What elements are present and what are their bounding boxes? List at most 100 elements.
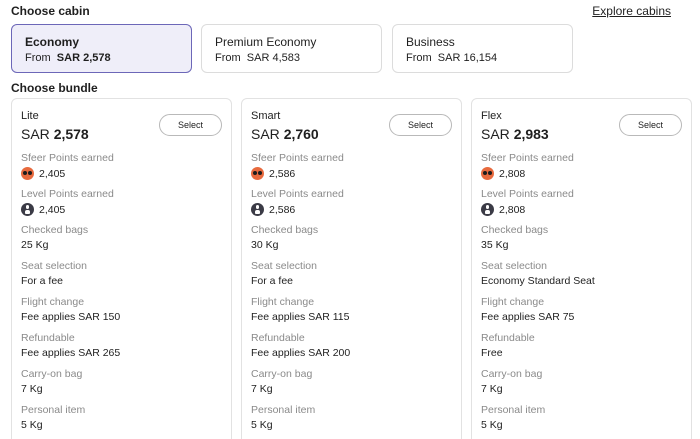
- seat-selection-text: For a fee: [251, 275, 294, 287]
- flight-change-text: Fee applies SAR 75: [481, 311, 575, 323]
- refundable-value: Fee applies SAR 265: [21, 347, 120, 359]
- bundle-price-currency: SAR: [21, 126, 50, 142]
- seat-selection-label: Seat selection: [21, 260, 87, 272]
- personal-item-label: Personal item: [251, 404, 316, 416]
- level-points-icon: [21, 203, 34, 216]
- bundle-price-amount: 2,983: [513, 126, 549, 142]
- personal-item-value: 5 Kg: [251, 419, 273, 431]
- cabin-price-amount: SAR 16,154: [437, 52, 498, 64]
- checked-bags-text: 25 Kg: [21, 239, 49, 251]
- cabin-name: Premium Economy: [215, 35, 317, 49]
- refundable-value: Free: [481, 347, 503, 359]
- seat-selection-value: For a fee: [251, 275, 293, 287]
- sfeer-points-earned-label: Sfeer Points earned: [21, 152, 114, 164]
- bundle-card-smart: Smart SAR 2,760 Select Sfeer Points earned 2…: [241, 98, 462, 439]
- refundable-value: Fee applies SAR 200: [251, 347, 350, 359]
- refundable-label: Refundable: [481, 332, 535, 344]
- flight-change-value: Fee applies SAR 115: [251, 311, 349, 323]
- bundle-price-currency: SAR: [251, 126, 280, 142]
- flight-change-value: Fee applies SAR 75: [481, 311, 574, 323]
- sfeer-points-earned-text: 2,586: [269, 167, 296, 180]
- level-points-earned-value: 2,405: [21, 203, 65, 216]
- seat-selection-label: Seat selection: [481, 260, 547, 272]
- sfeer-points-icon: [251, 167, 264, 180]
- flight-change-text: Fee applies SAR 115: [251, 311, 350, 323]
- carry-on-bag-value: 7 Kg: [21, 383, 43, 395]
- level-points-earned-text: 2,808: [499, 203, 526, 216]
- carry-on-bag-value: 7 Kg: [481, 383, 503, 395]
- refundable-label: Refundable: [251, 332, 305, 344]
- sfeer-points-earned-value: 2,405: [21, 167, 65, 180]
- refundable-text: Fee applies SAR 200: [251, 347, 351, 359]
- level-points-earned-label: Level Points earned: [251, 188, 344, 200]
- seat-selection-value: Economy Standard Seat: [481, 275, 595, 287]
- cabin-price-from: From: [215, 52, 241, 64]
- carry-on-bag-label: Carry-on bag: [481, 368, 543, 380]
- carry-on-bag-text: 7 Kg: [481, 383, 503, 395]
- level-points-earned-value: 2,586: [251, 203, 295, 216]
- refundable-label: Refundable: [21, 332, 75, 344]
- bundle-price-amount: 2,760: [283, 126, 319, 142]
- cabin-name: Economy: [25, 35, 80, 49]
- bundle-card-lite: Lite SAR 2,578 Select Sfeer Points earned 2,…: [11, 98, 232, 439]
- cabin-price-from: From: [406, 52, 432, 64]
- personal-item-label: Personal item: [481, 404, 546, 416]
- personal-item-value: 5 Kg: [481, 419, 503, 431]
- cabin-price-amount: SAR 4,583: [246, 52, 300, 64]
- sfeer-points-earned-label: Sfeer Points earned: [251, 152, 344, 164]
- select-flex-button[interactable]: Select: [619, 114, 682, 136]
- checked-bags-label: Checked bags: [251, 224, 319, 236]
- refundable-text: Free: [481, 347, 503, 359]
- refundable-text: Fee applies SAR 265: [21, 347, 121, 359]
- flight-change-label: Flight change: [481, 296, 545, 308]
- level-points-earned-value: 2,808: [481, 203, 525, 216]
- level-points-earned-label: Level Points earned: [481, 188, 574, 200]
- carry-on-bag-text: 7 Kg: [251, 383, 273, 395]
- flight-change-text: Fee applies SAR 150: [21, 311, 121, 323]
- sfeer-points-earned-value: 2,586: [251, 167, 295, 180]
- seat-selection-value: For a fee: [21, 275, 63, 287]
- cabin-price: From SAR 4,583: [215, 52, 368, 64]
- sfeer-points-icon: [481, 167, 494, 180]
- flight-change-label: Flight change: [21, 296, 85, 308]
- sfeer-points-icon: [21, 167, 34, 180]
- checked-bags-label: Checked bags: [21, 224, 89, 236]
- checked-bags-value: 35 Kg: [481, 239, 508, 251]
- choose-cabin-title: Choose cabin: [11, 4, 90, 18]
- select-lite-button[interactable]: Select: [159, 114, 222, 136]
- cabin-card-economy[interactable]: Economy From SAR 2,578: [11, 24, 192, 73]
- choose-bundle-title: Choose bundle: [11, 81, 98, 95]
- sfeer-points-earned-text: 2,808: [499, 167, 526, 180]
- level-points-icon: [481, 203, 494, 216]
- select-smart-button[interactable]: Select: [389, 114, 452, 136]
- cabin-price: From SAR 16,154: [406, 52, 559, 64]
- sfeer-points-earned-value: 2,808: [481, 167, 525, 180]
- checked-bags-text: 35 Kg: [481, 239, 509, 251]
- cabin-card-business[interactable]: Business From SAR 16,154: [392, 24, 573, 73]
- sfeer-points-earned-label: Sfeer Points earned: [481, 152, 574, 164]
- checked-bags-text: 30 Kg: [251, 239, 279, 251]
- checked-bags-value: 30 Kg: [251, 239, 278, 251]
- bundle-card-flex: Flex SAR 2,983 Select Sfeer Points earned 2,…: [471, 98, 692, 439]
- explore-cabins-link[interactable]: Explore cabins: [592, 4, 671, 18]
- cabin-card-premium-economy[interactable]: Premium Economy From SAR 4,583: [201, 24, 382, 73]
- cabin-name: Business: [406, 35, 455, 49]
- bundle-price-amount: 2,578: [53, 126, 89, 142]
- seat-selection-text: Economy Standard Seat: [481, 275, 595, 287]
- seat-selection-label: Seat selection: [251, 260, 317, 272]
- seat-selection-text: For a fee: [21, 275, 64, 287]
- cabin-price: From SAR 2,578: [25, 52, 178, 64]
- level-points-earned-label: Level Points earned: [21, 188, 114, 200]
- personal-item-text: 5 Kg: [251, 419, 273, 431]
- carry-on-bag-label: Carry-on bag: [21, 368, 83, 380]
- cabin-price-from: From: [25, 52, 51, 64]
- carry-on-bag-text: 7 Kg: [21, 383, 43, 395]
- personal-item-value: 5 Kg: [21, 419, 43, 431]
- personal-item-text: 5 Kg: [21, 419, 43, 431]
- level-points-earned-text: 2,405: [39, 203, 66, 216]
- level-points-earned-text: 2,586: [269, 203, 296, 216]
- carry-on-bag-value: 7 Kg: [251, 383, 273, 395]
- personal-item-text: 5 Kg: [481, 419, 503, 431]
- flight-change-value: Fee applies SAR 150: [21, 311, 120, 323]
- sfeer-points-earned-text: 2,405: [39, 167, 66, 180]
